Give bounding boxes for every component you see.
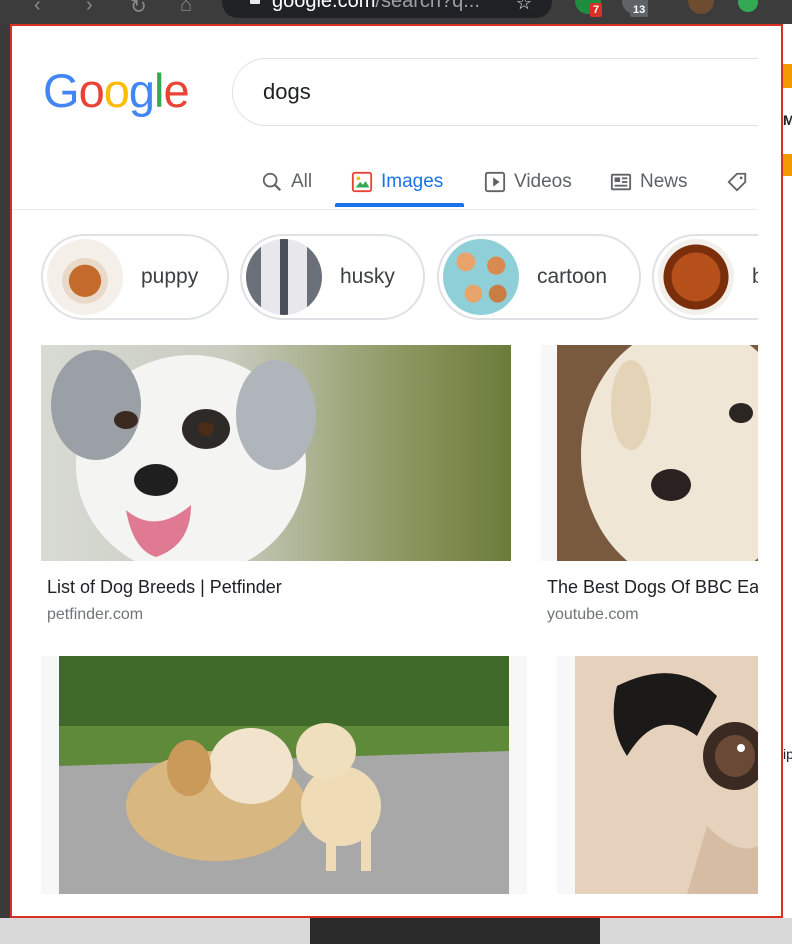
search-input[interactable] — [263, 79, 663, 105]
home-icon[interactable]: ⌂ — [180, 0, 192, 17]
image-result-thumbnail[interactable] — [541, 345, 758, 561]
chip-label: cartoon — [537, 265, 608, 288]
extension-icon[interactable] — [738, 0, 758, 12]
result-source[interactable]: petfinder.com — [47, 606, 143, 624]
bookmark-star-icon[interactable]: ☆ — [516, 0, 532, 18]
tab-images[interactable]: Images — [351, 162, 443, 202]
search-box[interactable] — [232, 58, 758, 126]
tab-shopping[interactable] — [726, 162, 748, 202]
google-logo[interactable]: Google — [43, 63, 190, 118]
url-host: google.com — [272, 0, 376, 12]
related-chip-partial[interactable]: b — [652, 234, 758, 320]
dog-photo — [51, 350, 316, 561]
extension-badge: 7 — [590, 3, 603, 17]
chip-thumbnail — [246, 239, 322, 315]
chip-thumbnail — [47, 239, 123, 315]
result-title[interactable]: The Best Dogs Of BBC Ea — [547, 577, 758, 598]
search-icon — [262, 172, 282, 192]
newspaper-icon — [610, 173, 632, 191]
extension-badge: 13 — [630, 3, 649, 17]
reload-icon[interactable]: ↻ — [130, 0, 147, 19]
play-icon — [484, 171, 506, 193]
address-bar[interactable]: google.com/search?q... ☆ — [222, 0, 552, 18]
dogs-photo — [59, 656, 509, 894]
related-chip-cartoon[interactable]: cartoon — [437, 234, 641, 320]
image-icon — [351, 171, 373, 193]
related-chip-puppy[interactable]: puppy — [41, 234, 229, 320]
chip-thumbnail — [658, 239, 734, 315]
image-result-thumbnail[interactable] — [557, 656, 758, 894]
tab-label: Videos — [514, 171, 572, 192]
avatar[interactable] — [688, 0, 714, 14]
tab-all[interactable]: All — [261, 162, 312, 202]
tab-label: All — [291, 171, 313, 192]
chip-label: husky — [340, 265, 395, 288]
page-viewport: Google All Images Videos News — [10, 24, 783, 918]
tab-label: Images — [381, 171, 444, 192]
related-chip-husky[interactable]: husky — [240, 234, 425, 320]
background-window: M ip — [783, 24, 792, 918]
puppy-photo — [557, 345, 758, 561]
tab-label: News — [640, 171, 688, 192]
tag-icon — [727, 172, 747, 192]
result-title[interactable]: List of Dog Breeds | Petfinder — [47, 577, 282, 598]
chip-thumbnail — [443, 239, 519, 315]
search-tabs: All Images Videos News — [12, 154, 758, 210]
lock-icon — [250, 0, 260, 4]
browser-toolbar: ‹ › ↻ ⌂ google.com/search?q... ☆ 7 13 — [0, 0, 792, 24]
pug-photo — [575, 656, 758, 894]
tab-news[interactable]: News — [610, 162, 688, 202]
taskbar — [0, 918, 792, 944]
active-tab-indicator — [335, 203, 464, 207]
chip-label: puppy — [141, 265, 199, 288]
url-path: /search?q... — [375, 0, 480, 12]
tab-videos[interactable]: Videos — [484, 162, 572, 202]
back-icon[interactable]: ‹ — [34, 0, 41, 17]
result-source[interactable]: youtube.com — [547, 606, 639, 624]
image-result-thumbnail[interactable] — [41, 656, 527, 894]
image-result-thumbnail[interactable] — [41, 345, 511, 561]
forward-icon[interactable]: › — [86, 0, 93, 17]
